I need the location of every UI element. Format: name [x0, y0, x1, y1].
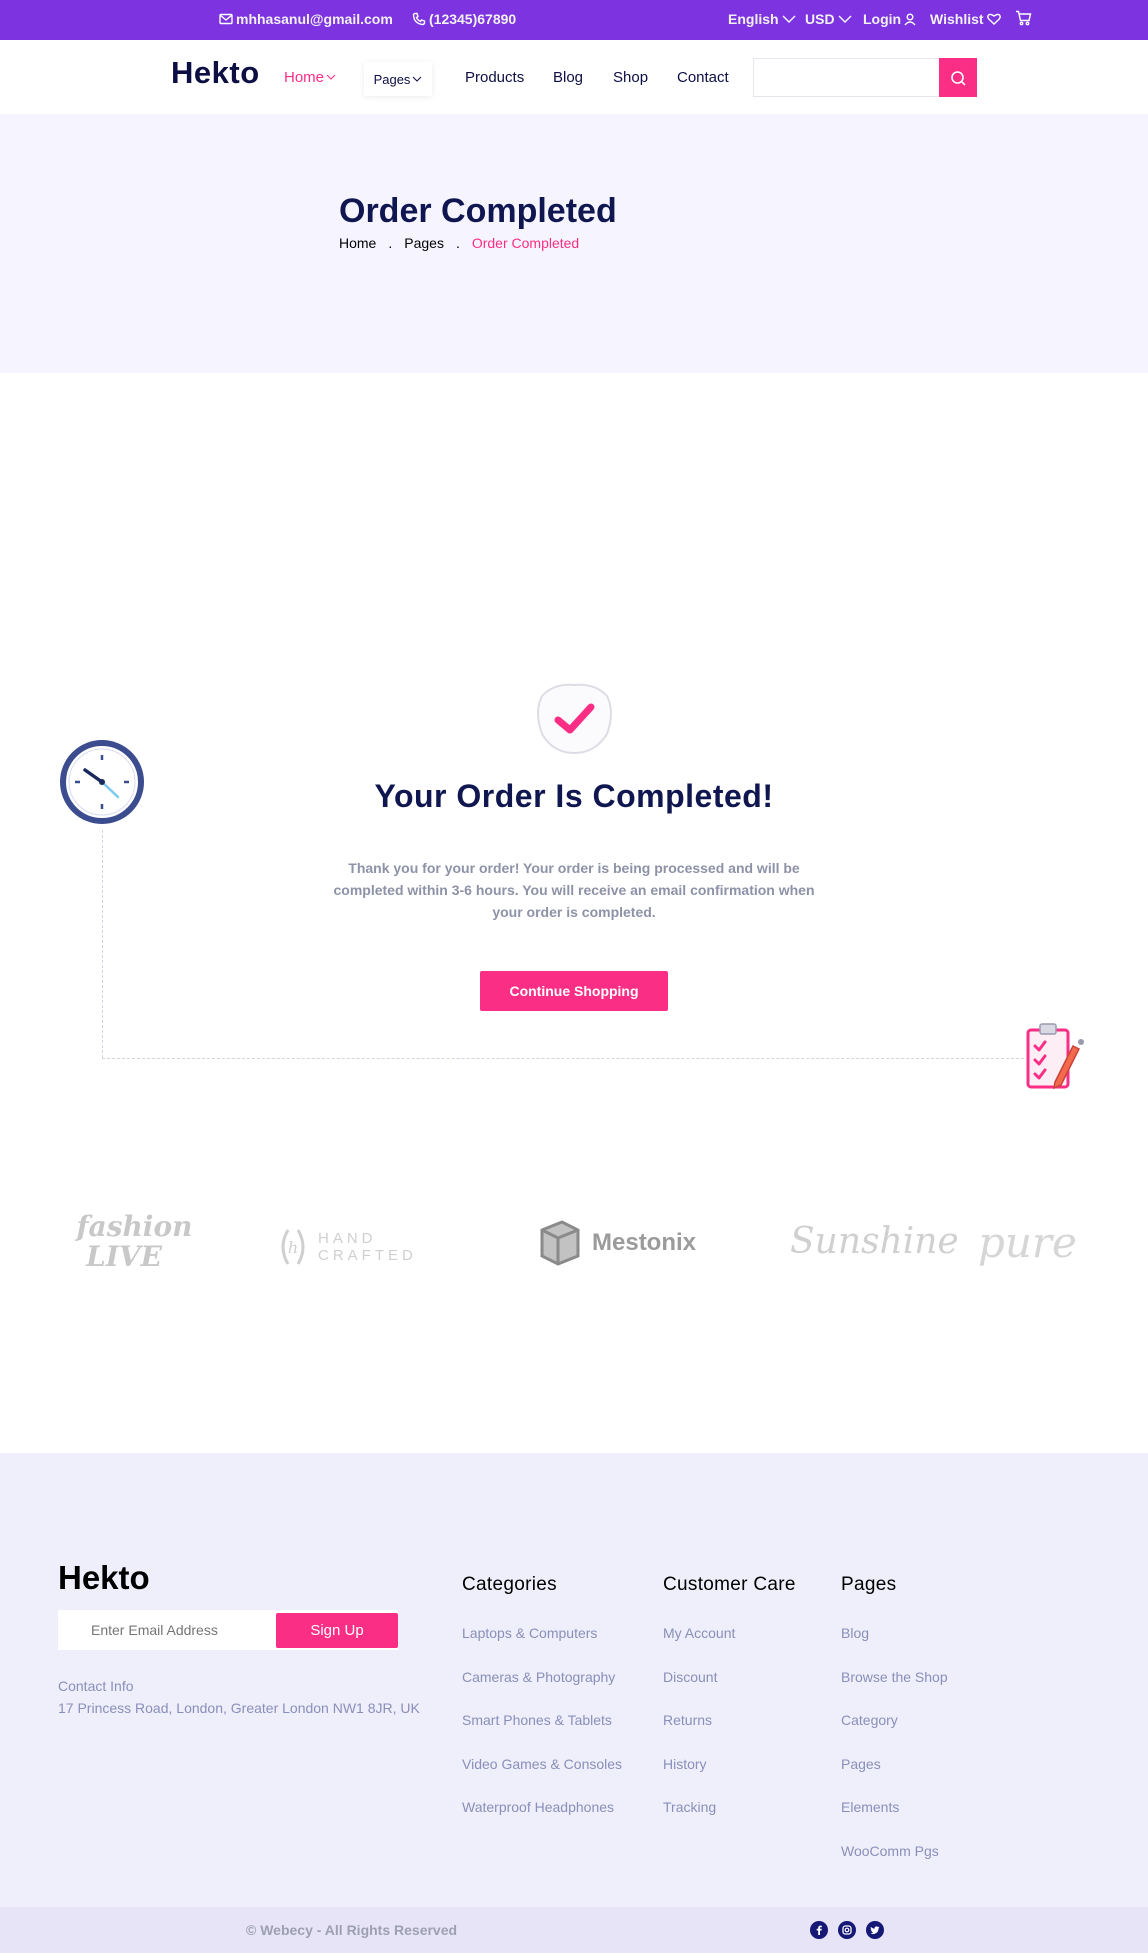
check-badge-icon [537, 683, 612, 755]
email-text: mhhasanul@gmail.com [236, 11, 393, 27]
language-label: English [728, 11, 779, 27]
instagram-icon[interactable] [838, 1921, 856, 1939]
wishlist-label: Wishlist [930, 11, 984, 27]
footer-link[interactable]: History [663, 1756, 796, 1800]
copyright-text: © Webecy - All Rights Reserved [246, 1922, 458, 1938]
currency-label: USD [805, 11, 835, 27]
footer-link[interactable]: Cameras & Photography [462, 1669, 622, 1713]
footer-column-customer-care: Customer Care My Account Discount Return… [663, 1574, 796, 1843]
newsletter-form: Sign Up [58, 1610, 398, 1650]
checklist-clipboard-icon [1026, 1023, 1084, 1090]
email-contact[interactable]: mhhasanul@gmail.com [219, 11, 393, 27]
chevron-down-icon [413, 76, 422, 82]
nav-shop[interactable]: Shop [613, 69, 648, 86]
breadcrumb-separator: . [455, 235, 460, 251]
breadcrumb-separator: . [388, 235, 393, 251]
nav-home[interactable]: Home [284, 69, 336, 86]
brand-logo-handcrafted: h HAND CRAFTED [278, 1226, 413, 1268]
footer-link[interactable]: Tracking [663, 1799, 796, 1843]
site-logo[interactable]: Hekto [171, 55, 260, 91]
footer-column-categories: Categories Laptops & Computers Cameras &… [462, 1574, 622, 1843]
currency-select[interactable]: USD [805, 11, 852, 27]
contact-info-label: Contact Info [58, 1678, 134, 1694]
footer-link[interactable]: Video Games & Consoles [462, 1756, 622, 1800]
footer-link[interactable]: Waterproof Headphones [462, 1799, 622, 1843]
breadcrumb: Home . Pages . Order Completed [339, 235, 579, 251]
footer-column-pages: Pages Blog Browse the Shop Category Page… [841, 1574, 948, 1886]
search-icon [951, 70, 966, 86]
footer-link[interactable]: Discount [663, 1669, 796, 1713]
footer-link[interactable]: Category [841, 1712, 948, 1756]
brand-logo-mestonix: Mestonix [538, 1218, 696, 1268]
phone-contact[interactable]: (12345)67890 [412, 11, 516, 27]
footer-link[interactable]: Smart Phones & Tablets [462, 1712, 622, 1756]
cart-icon [1016, 10, 1032, 26]
breadcrumb-pages[interactable]: Pages [404, 235, 444, 251]
language-select[interactable]: English [728, 11, 796, 27]
page-title: Order Completed [339, 192, 617, 230]
breadcrumb-home[interactable]: Home [339, 235, 376, 251]
facebook-icon[interactable] [810, 1921, 828, 1939]
dashed-line-horizontal [102, 1058, 1024, 1059]
brand-logo-fashion-live: fashion LIVE [76, 1210, 193, 1273]
footer: Hekto Sign Up Contact Info 17 Princess R… [0, 1453, 1148, 1907]
search-button[interactable] [939, 58, 977, 97]
footer-link[interactable]: Laptops & Computers [462, 1625, 622, 1669]
clock-icon [60, 740, 144, 824]
completion-heading: Your Order Is Completed! [374, 778, 774, 814]
footer-logo[interactable]: Hekto [58, 1559, 150, 1597]
top-bar: mhhasanul@gmail.com (12345)67890 English… [0, 0, 1148, 40]
completion-message: Thank you for your order! Your order is … [333, 860, 815, 920]
search-input[interactable] [754, 59, 940, 96]
sign-up-button[interactable]: Sign Up [276, 1613, 398, 1648]
footer-column-title: Customer Care [663, 1574, 796, 1595]
brand-logo-sunshine: Sunshine [790, 1221, 959, 1262]
nav-blog[interactable]: Blog [553, 69, 583, 86]
footer-link[interactable]: Browse the Shop [841, 1669, 948, 1713]
phone-text: (12345)67890 [429, 11, 517, 27]
nav-pages-label: Pages [373, 71, 411, 87]
nav-contact[interactable]: Contact [677, 69, 729, 86]
footer-link[interactable]: Returns [663, 1712, 796, 1756]
breadcrumb-current: Order Completed [471, 235, 580, 251]
footer-bottom-bar: © Webecy - All Rights Reserved [0, 1907, 1148, 1953]
dashed-line-vertical [102, 830, 103, 1058]
search-box [753, 58, 977, 97]
chevron-down-icon [782, 15, 796, 23]
contact-address: 17 Princess Road, London, Greater London… [58, 1700, 420, 1716]
user-icon [904, 13, 916, 25]
phone-icon [412, 12, 426, 26]
svg-text:h: h [288, 1238, 298, 1257]
nav-products[interactable]: Products [465, 69, 524, 86]
twitter-icon[interactable] [866, 1921, 884, 1939]
footer-link[interactable]: My Account [663, 1625, 796, 1669]
chevron-down-icon [326, 74, 336, 80]
main-nav: Hekto Home Pages Products Blog Shop Cont… [0, 40, 1148, 114]
login-label: Login [863, 11, 902, 27]
laurel-icon: h [281, 1229, 305, 1265]
brand-logo-pure: pure [978, 1218, 1077, 1267]
footer-link[interactable]: Pages [841, 1756, 948, 1800]
nav-home-label: Home [284, 69, 325, 86]
mail-icon [219, 13, 233, 25]
cart-button[interactable] [1015, 10, 1032, 26]
cube-icon [540, 1220, 580, 1266]
newsletter-email-input[interactable] [58, 1610, 273, 1650]
login-link[interactable]: Login [863, 11, 916, 27]
chevron-down-icon [838, 15, 852, 23]
footer-link[interactable]: Elements [841, 1799, 948, 1843]
footer-column-title: Pages [841, 1574, 897, 1595]
page-header: Order Completed Home . Pages . Order Com… [0, 114, 1148, 373]
footer-link[interactable]: Blog [841, 1625, 948, 1669]
wishlist-link[interactable]: Wishlist [930, 11, 1001, 27]
footer-column-title: Categories [462, 1574, 557, 1595]
nav-pages[interactable]: Pages [364, 62, 432, 96]
footer-link[interactable]: WooComm Pgs [841, 1843, 948, 1887]
continue-shopping-button[interactable]: Continue Shopping [480, 971, 668, 1011]
contact-info: Contact Info 17 Princess Road, London, G… [58, 1675, 420, 1719]
heart-icon [986, 13, 1001, 25]
